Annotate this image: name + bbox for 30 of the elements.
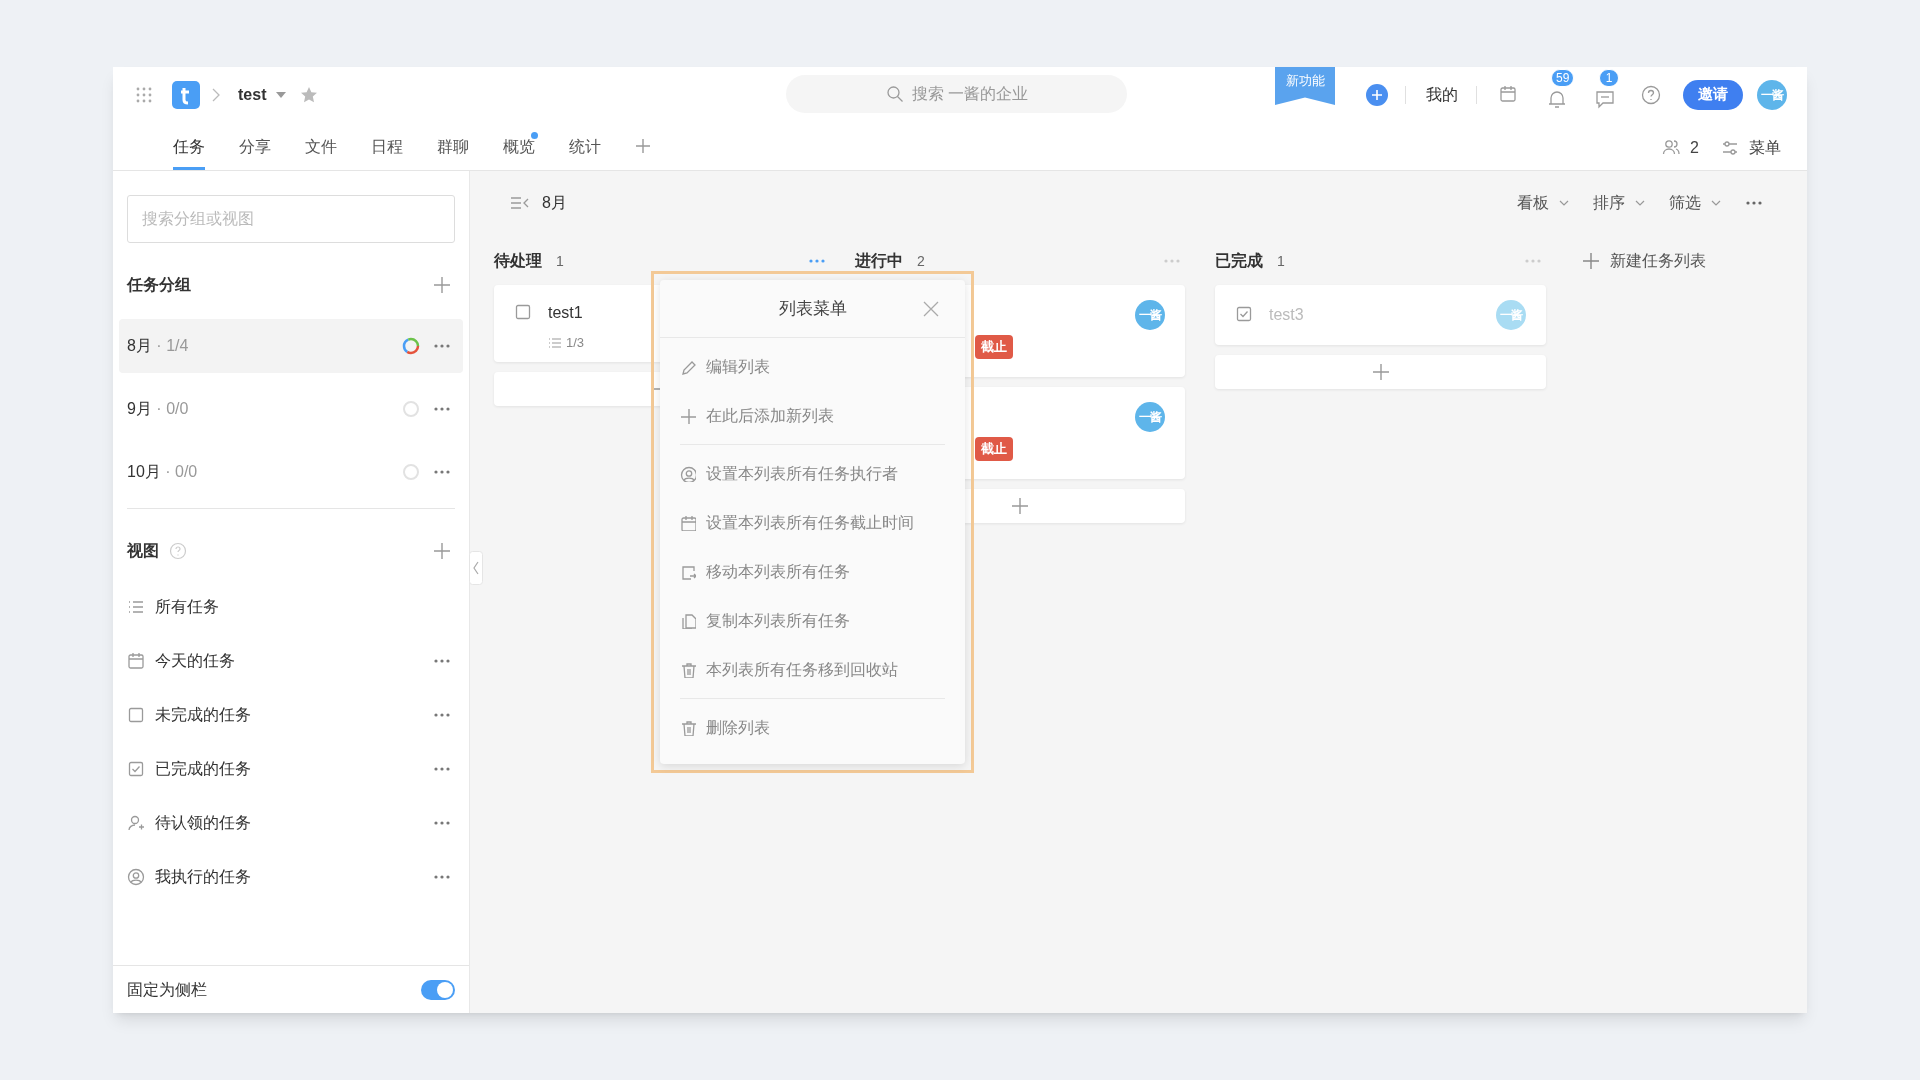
count-badge: 59 [1551, 68, 1575, 87]
view-label: 待认领的任务 [155, 813, 251, 833]
pin-label: 固定为侧栏 [127, 979, 207, 1000]
section-title: 视图 [127, 541, 159, 561]
column-count: 1 [1277, 251, 1285, 271]
view-label: 已完成的任务 [155, 759, 251, 779]
view-label: 今天的任务 [155, 651, 235, 671]
column-title: 待处理 [494, 251, 542, 271]
group-label: 8月 · 1/4 [127, 336, 189, 356]
task-title: test3 [1269, 305, 1304, 325]
menu-title: 列表菜单 [778, 297, 847, 320]
count-badge: 1 [1599, 68, 1619, 87]
task-title: test1 [548, 303, 583, 323]
deadline-badge: 截止 [975, 335, 1013, 359]
avatar: 一酱 [1496, 300, 1526, 330]
view-label: 所有任务 [155, 597, 219, 617]
column-count: 1 [556, 251, 564, 271]
group-label: 9月 · 0/0 [127, 399, 189, 419]
column-title: 进行中 [855, 251, 903, 271]
deadline-badge: 截止 [975, 437, 1013, 461]
subtask-count: 1/3 [566, 334, 585, 352]
column-count: 2 [917, 251, 925, 271]
view-label: 我执行的任务 [155, 867, 251, 887]
column-title: 已完成 [1215, 251, 1263, 271]
view-label: 未完成的任务 [155, 705, 251, 725]
group-label: 10月 · 0/0 [127, 462, 198, 482]
avatar: 一酱 [1135, 300, 1165, 330]
avatar: 一酱 [1135, 402, 1165, 432]
section-title: 任务分组 [127, 275, 191, 295]
board-title: 8月 [542, 193, 567, 213]
